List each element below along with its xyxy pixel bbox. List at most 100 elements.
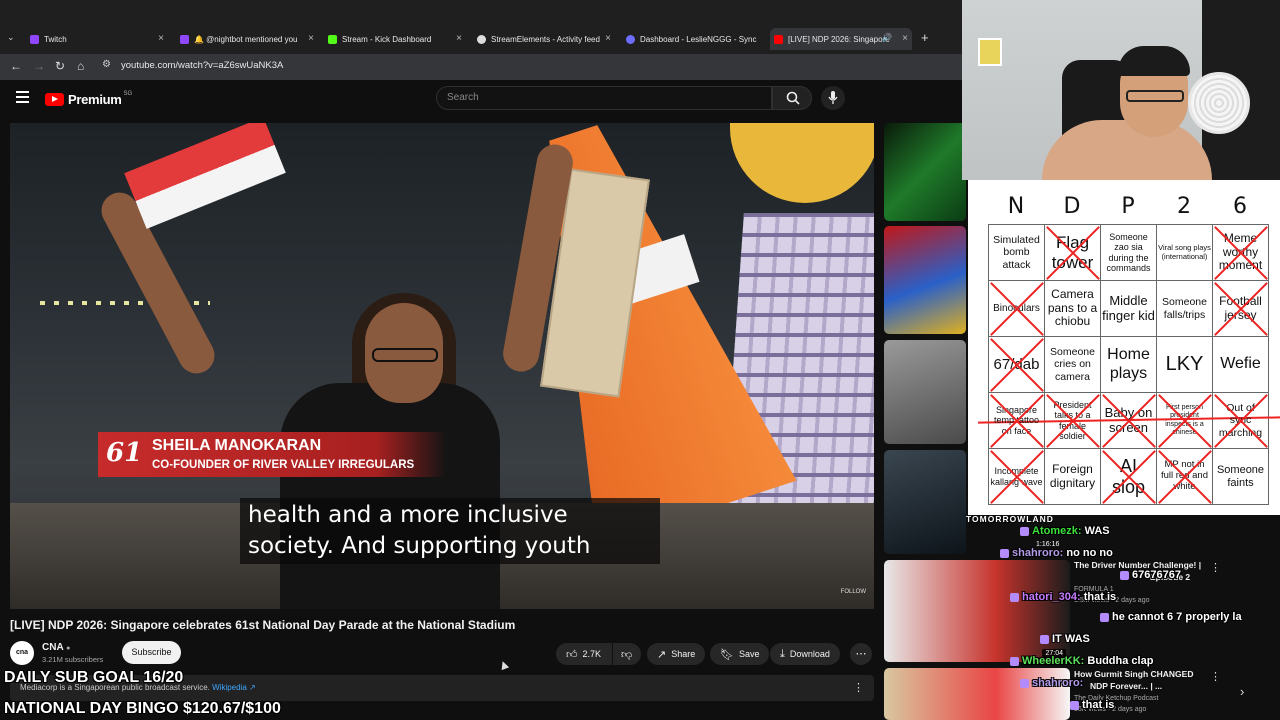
verified-icon: ● (66, 645, 71, 652)
home-icon[interactable]: ⌂ (77, 59, 84, 73)
bingo-cell-label: Binoculars (993, 302, 1040, 314)
like-count: 2.7K (582, 649, 602, 659)
subscribe-button[interactable]: Subscribe (122, 641, 181, 664)
close-tab-icon[interactable]: × (456, 33, 462, 44)
browser-tab[interactable]: Dashboard - LeslieNGGG - Sync (626, 28, 760, 50)
recommendation-thumbnail[interactable] (884, 123, 966, 221)
share-button[interactable]: ↗ Share (647, 643, 706, 665)
chat-message: that is (1070, 699, 1114, 711)
chat-username[interactable]: shahroro: (1012, 547, 1066, 559)
recommendation-subtitle[interactable]: NDP Forever... | ... (1090, 681, 1162, 691)
streamer-glasses (1126, 90, 1184, 102)
download-label: Download (789, 649, 830, 659)
bingo-cell-label: Flag tower (1051, 232, 1094, 272)
tab-search-chevron-icon[interactable]: ⌄ (7, 32, 15, 43)
close-tab-icon[interactable]: × (158, 33, 164, 44)
forward-icon[interactable]: → (33, 59, 45, 73)
chevron-right-icon[interactable]: › (1240, 684, 1244, 699)
info-panel-menu-icon[interactable]: ⋮ (853, 681, 864, 694)
bingo-cell: Baby on screen (1101, 393, 1157, 449)
browser-tab[interactable]: Twitch × (30, 28, 164, 50)
site-info-icon[interactable]: ⚙ (102, 59, 111, 70)
browser-tab[interactable]: StreamElements - Activity feed × (477, 28, 611, 50)
dislike-button[interactable]: 👎︎ (613, 643, 641, 665)
chat-message: WheelerKK: Buddha clap (1010, 655, 1153, 667)
recommendation-menu-icon[interactable]: ⋮ (1210, 670, 1221, 683)
chat-badge-icon (1010, 592, 1019, 602)
download-button[interactable]: ⤓ Download (770, 643, 840, 665)
wikipedia-link[interactable]: Wikipedia ↗ (212, 683, 256, 692)
lower-third: 61 SHEILA MANOKARAN CO-FOUNDER OF RIVER … (98, 432, 446, 477)
more-actions-icon[interactable]: ⋯ (850, 643, 872, 665)
audio-playing-icon[interactable]: 🔊 (882, 33, 892, 42)
browser-tab[interactable]: Stream - Kick Dashboard × (328, 28, 462, 50)
bingo-cell: Someone cries on camera (1045, 337, 1101, 393)
url-text[interactable]: youtube.com/watch?v=aZ6swUaNK3A (121, 60, 283, 71)
recommendation-title[interactable]: How Gurmit Singh CHANGED (1074, 669, 1193, 679)
chat-username[interactable]: shahroro: (1032, 677, 1083, 689)
browser-tab[interactable]: 🔔 @nightbot mentioned you × (180, 28, 314, 50)
recommendation-menu-icon[interactable]: ⋮ (1210, 561, 1221, 574)
search-icon (786, 91, 800, 105)
chat-text: IT WAS (1052, 633, 1090, 645)
sub-goal-overlay: DAILY SUB GOAL 16/20 (4, 669, 184, 686)
channel-avatar[interactable]: cna (10, 641, 34, 665)
chat-text: 67676767 (1132, 569, 1181, 581)
chat-message: IT WAS (1040, 633, 1090, 645)
bingo-cell: MP not in full red and white (1157, 449, 1213, 505)
close-tab-icon[interactable]: × (308, 33, 314, 44)
save-label: Save (738, 649, 760, 659)
bingo-cell-label: Wefie (1220, 355, 1261, 373)
tab-label: Dashboard - LeslieNGGG - Sync (640, 34, 757, 44)
tab-label: 🔔 @nightbot mentioned you (194, 34, 298, 44)
recommendation-thumbnail[interactable]: 27:04 (884, 560, 1070, 662)
search-input[interactable]: Search (436, 86, 772, 110)
youtube-premium-logo[interactable]: Premium SG (45, 91, 132, 107)
webcam-feed (962, 0, 1280, 180)
chat-username[interactable]: WheelerKK: (1022, 655, 1087, 667)
tab-label: Stream - Kick Dashboard (342, 34, 432, 44)
singapore-flag (124, 123, 286, 229)
browser-tab-active[interactable]: [LIVE] NDP 2026: Singapore 🔊 × (770, 28, 912, 50)
bingo-cell: Flag tower (1045, 225, 1101, 281)
caption-line: health and a more inclusive (248, 502, 568, 528)
recommendation-thumbnail[interactable] (884, 226, 966, 334)
bingo-cell: Wefie (1213, 337, 1269, 393)
video-player[interactable]: 61 SHEILA MANOKARAN CO-FOUNDER OF RIVER … (10, 123, 874, 609)
chat-message: Atomezk: WAS (1020, 525, 1110, 537)
search-button[interactable] (772, 86, 812, 110)
bingo-grid: Simulated bomb attack Flag tower Someone z… (988, 224, 1269, 505)
close-tab-icon[interactable]: × (605, 33, 611, 44)
recommendation-thumbnail[interactable] (884, 450, 966, 554)
voice-search-button[interactable] (821, 86, 845, 110)
new-tab-icon[interactable]: + (921, 30, 929, 45)
menu-icon[interactable] (16, 91, 29, 103)
twitch-favicon-icon (180, 34, 189, 44)
bingo-header-letter: 2 (1177, 194, 1191, 219)
bingo-cell-label: President talks to a female soldier (1053, 399, 1092, 441)
like-button[interactable]: 👍︎ 2.7K (556, 643, 612, 665)
bingo-cell-label: LKY (1165, 353, 1204, 375)
closed-captions: health and a more inclusive society. And… (240, 498, 660, 564)
bingo-header: N D P 2 6 (988, 194, 1268, 219)
bingo-cell-label: AI slop (1111, 455, 1146, 497)
chat-message: shahroro: no no no (1000, 547, 1113, 559)
youtube-favicon-icon (774, 34, 783, 44)
chat-badge-icon (1040, 634, 1049, 644)
chat-username[interactable]: Atomezk: (1032, 525, 1085, 537)
bingo-cell-label: Out of sync marching (1218, 402, 1263, 439)
recommendation-thumbnail[interactable] (884, 668, 1070, 720)
save-button[interactable]: 🔖︎ Save (710, 643, 770, 665)
chat-text: no no no (1066, 547, 1113, 559)
close-tab-icon[interactable]: × (902, 33, 908, 44)
bingo-cell: Binoculars (989, 281, 1045, 337)
bingo-cell-label: Someone zao sia during the commands (1106, 231, 1151, 273)
back-icon[interactable]: ← (10, 59, 22, 73)
chat-text: he cannot 6 7 properly la (1112, 611, 1242, 623)
reload-icon[interactable]: ↻ (55, 59, 65, 73)
download-icon: ⤓ (780, 647, 785, 660)
channel-name[interactable]: CNA ● (42, 642, 70, 653)
chat-username[interactable]: hatori_304: (1022, 591, 1084, 603)
recommendation-thumbnail[interactable] (884, 340, 966, 444)
search-placeholder: Search (447, 92, 479, 103)
